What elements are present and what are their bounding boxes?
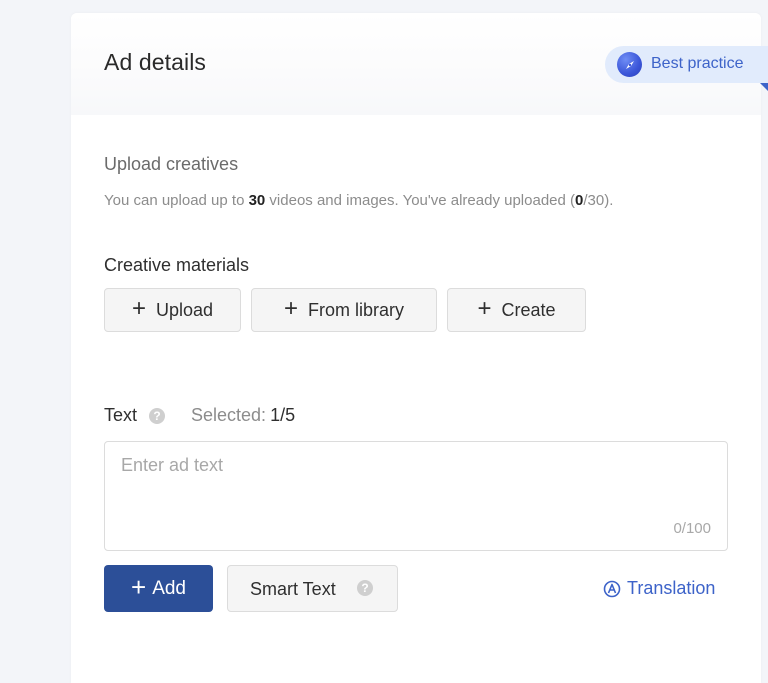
hint-prefix: You can upload up to: [104, 192, 249, 209]
hint-suffix: /30).: [583, 192, 614, 209]
ad-details-card: Ad details Best practice Upload creative…: [71, 13, 768, 683]
creative-materials-title: Creative materials: [104, 255, 250, 275]
from-library-button-label: From library: [308, 299, 405, 320]
question-icon: ?: [357, 580, 373, 596]
plus-icon: +: [283, 294, 298, 322]
translation-label: Translation: [627, 578, 716, 598]
upload-hint: You can upload up to 30 videos and image…: [104, 192, 613, 209]
hint-max: 30: [248, 192, 266, 209]
upload-button-label: Upload: [155, 299, 214, 320]
question-icon[interactable]: ?: [149, 408, 165, 424]
selected-value: 1/5: [270, 405, 296, 425]
best-practice-label: Best practice: [651, 55, 744, 72]
ad-text-placeholder: Enter ad text: [121, 455, 224, 475]
upload-button[interactable]: + Upload: [104, 288, 241, 332]
plus-icon: +: [477, 294, 492, 322]
compass-icon: [617, 52, 642, 77]
create-button-label: Create: [501, 299, 556, 320]
best-practice-button[interactable]: Best practice: [605, 46, 768, 83]
translate-icon: [603, 580, 621, 597]
smart-text-button[interactable]: Smart Text ?: [227, 565, 398, 612]
smart-text-label: Smart Text: [250, 579, 336, 599]
from-library-button[interactable]: + From library: [251, 288, 437, 332]
page-title: Ad details: [104, 49, 207, 75]
plus-icon: +: [131, 572, 147, 602]
upload-creatives-title: Upload creatives: [104, 154, 239, 174]
create-button[interactable]: + Create: [447, 288, 586, 332]
text-label: Text: [104, 405, 138, 425]
char-count: 0/100: [673, 520, 711, 537]
selected-count: Selected: 1/5: [191, 405, 295, 426]
add-button[interactable]: + Add: [104, 565, 213, 612]
plus-icon: +: [131, 294, 146, 322]
hint-middle: videos and images. You've already upload…: [265, 192, 576, 209]
ad-text-input[interactable]: Enter ad text 0/100: [104, 441, 728, 551]
selected-label: Selected:: [191, 405, 267, 425]
add-button-label: Add: [152, 577, 186, 599]
badge-fold: [760, 83, 768, 91]
translation-link[interactable]: Translation: [603, 578, 715, 599]
